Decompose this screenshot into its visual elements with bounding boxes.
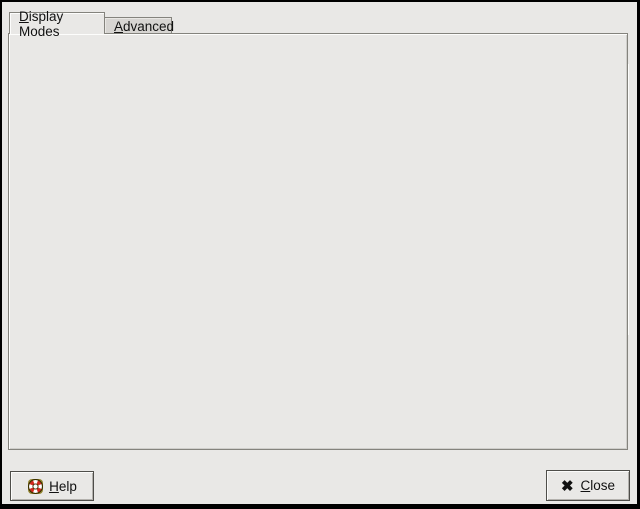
tab-display-modes[interactable]: Display Modes: [9, 12, 105, 34]
help-button[interactable]: Help: [10, 471, 94, 501]
tab-advanced[interactable]: Advanced: [104, 17, 172, 34]
close-button[interactable]: ✖ Close: [546, 470, 630, 501]
screensaver-preferences-dialog: Display Modes Advanced Mode: Only One Sc…: [0, 0, 640, 509]
close-button-label: Close: [581, 478, 616, 493]
lifebuoy-help-icon: [27, 478, 44, 495]
tab-display-modes-label: Display Modes: [19, 9, 95, 39]
tab-advanced-label: Advanced: [114, 19, 174, 34]
display-modes-panel: [8, 33, 628, 450]
close-x-icon: ✖: [561, 477, 574, 495]
help-button-label: Help: [49, 479, 77, 494]
